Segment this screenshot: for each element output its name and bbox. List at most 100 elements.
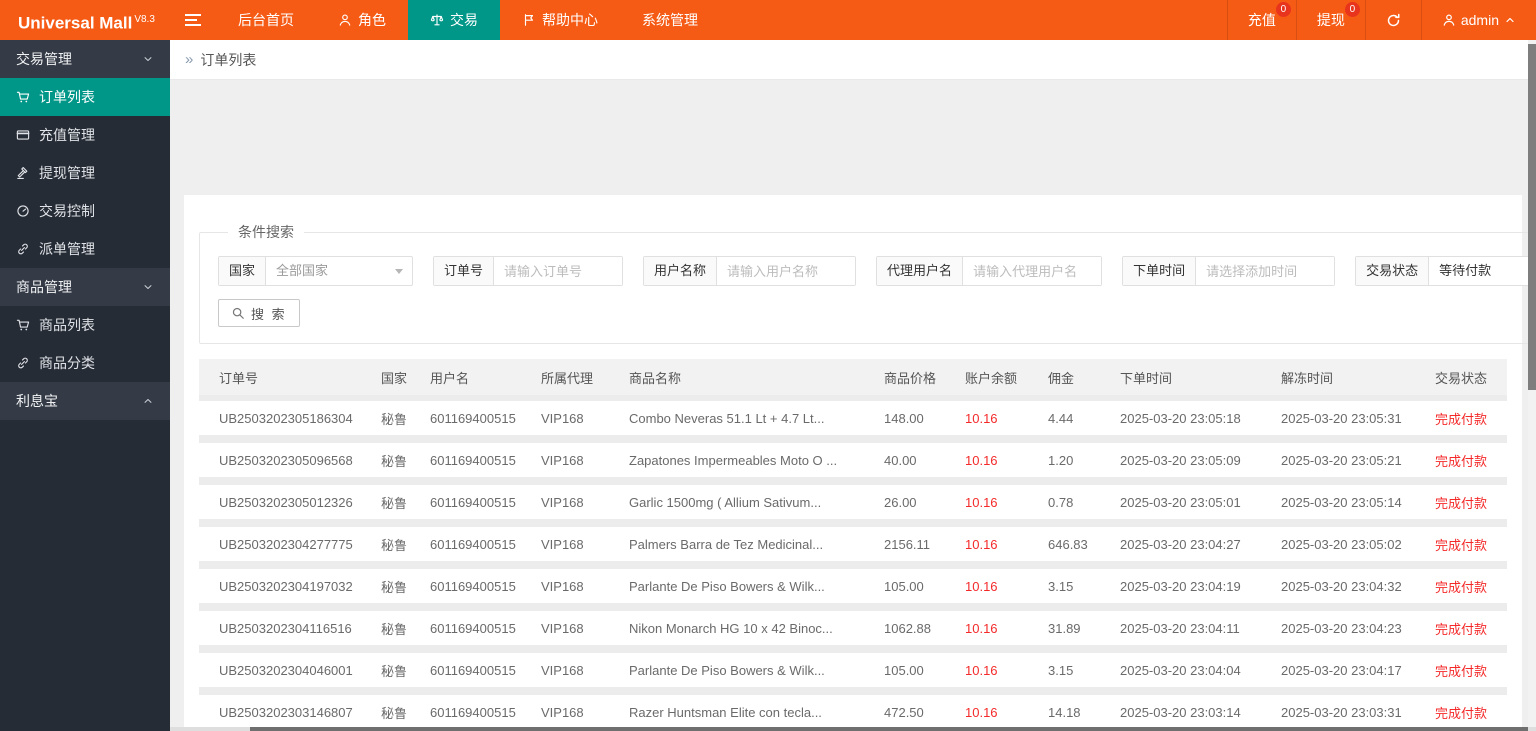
- table-cell: 14.18: [1048, 704, 1081, 720]
- flag-icon: [522, 13, 536, 27]
- table-cell: 3.15: [1048, 662, 1074, 678]
- table-cell: 2025-03-20 23:04:11: [1120, 620, 1240, 636]
- table-cell: 2025-03-20 23:05:02: [1281, 536, 1402, 552]
- table-cell: 2025-03-20 23:05:21: [1281, 452, 1402, 468]
- app-version: V8.3: [134, 14, 155, 25]
- sidebar-item[interactable]: 充值管理: [0, 116, 170, 154]
- table-cell: 4.44: [1048, 410, 1074, 426]
- table-row: UB2503202304046001 秘鲁 601169400515 VIP168 Pa…: [199, 653, 1507, 687]
- table-cell: Parlante De Piso Bowers & Wilk...: [629, 662, 825, 678]
- table-cell: 2025-03-20 23:03:31: [1281, 704, 1402, 720]
- table-row: UB2503202305096568 秘鲁 601169400515 VIP168 Za…: [199, 443, 1507, 477]
- sidebar-group-header[interactable]: 交易管理: [0, 40, 170, 78]
- scale-icon: [430, 13, 444, 27]
- chevron-up-icon: [1504, 14, 1516, 26]
- table-cell: VIP168: [541, 452, 584, 468]
- table-cell: Parlante De Piso Bowers & Wilk...: [629, 578, 825, 594]
- table-cell: 2025-03-20 23:04:32: [1281, 578, 1402, 594]
- table-cell: 601169400515: [430, 704, 516, 720]
- breadcrumb-label: 订单列表: [200, 51, 257, 68]
- table-cell: 10.16: [965, 494, 998, 510]
- table-cell: 完成付款: [1435, 537, 1488, 553]
- refresh-button[interactable]: [1364, 0, 1421, 40]
- sidebar-group-header[interactable]: 利息宝: [0, 382, 170, 420]
- search-field-label: 国家: [219, 257, 267, 285]
- table-cell: 完成付款: [1435, 621, 1488, 637]
- table-cell: 2025-03-20 23:05:09: [1120, 452, 1241, 468]
- search-field-select[interactable]: 等待付款: [1429, 257, 1536, 285]
- header-right: 充值 0 提现 0 admin: [1226, 0, 1536, 40]
- chevron-up-icon: [142, 395, 154, 407]
- sidebar-item[interactable]: 提现管理: [0, 154, 170, 192]
- topnav-item[interactable]: 交易: [408, 0, 500, 40]
- table-cell: UB2503202305096568: [219, 452, 353, 468]
- chevron-down-icon: [142, 53, 154, 65]
- recharge-badge: 0: [1275, 2, 1291, 17]
- table-cell: 10.16: [965, 704, 998, 720]
- withdraw-menu-item[interactable]: 提现 0: [1295, 0, 1365, 40]
- user-menu[interactable]: admin: [1420, 0, 1536, 40]
- table-cell: Razer Huntsman Elite con tecla...: [629, 704, 822, 720]
- search-field-input[interactable]: [963, 257, 1102, 285]
- table-cell: 完成付款: [1435, 495, 1488, 511]
- topnav-item[interactable]: 帮助中心: [500, 0, 620, 40]
- top-header: Universal Mall V8.3 后台首页 角色 交易 帮助中心 系统管理 充值 0…: [0, 0, 1536, 40]
- sidebar-item[interactable]: 商品列表: [0, 306, 170, 344]
- table-cell: UB2503202304046001: [219, 662, 353, 678]
- table-header-cell: 交易状态: [1435, 370, 1488, 386]
- search-field-input[interactable]: [494, 257, 623, 285]
- main-area: » 订单列表 条件搜索 国家全部国家订单号用户名称代理用户名下单时间交易状态等待…: [170, 40, 1536, 731]
- sidebar-item-label: 商品列表: [39, 317, 95, 333]
- user-icon: [338, 13, 352, 27]
- table-header-cell: 用户名: [430, 370, 470, 386]
- sidebar-item-label: 订单列表: [39, 89, 95, 105]
- topnav-item[interactable]: 后台首页: [216, 0, 316, 40]
- table-header-cell: 解冻时间: [1281, 370, 1334, 386]
- horizontal-scrollbar-thumb[interactable]: [250, 727, 1528, 731]
- sidebar-item[interactable]: 商品分类: [0, 344, 170, 382]
- vertical-scrollbar[interactable]: [1528, 40, 1536, 731]
- link-icon: [16, 356, 30, 370]
- table-cell: UB2503202305186304: [219, 410, 353, 426]
- table-cell: 10.16: [965, 452, 998, 468]
- sidebar-item-label: 充值管理: [39, 127, 95, 143]
- table-row: UB2503202304197032 秘鲁 601169400515 VIP168 Pa…: [199, 569, 1507, 603]
- sidebar-toggle-icon[interactable]: [170, 0, 216, 40]
- search-button[interactable]: 搜 索: [218, 299, 300, 327]
- table-cell: VIP168: [541, 494, 584, 510]
- sidebar-item[interactable]: 订单列表: [0, 78, 170, 116]
- search-field-select[interactable]: 全部国家: [266, 257, 412, 285]
- table-cell: 105.00: [884, 662, 924, 678]
- table-cell: 2025-03-20 23:05:31: [1281, 410, 1402, 426]
- sidebar-group-label: 交易管理: [16, 51, 72, 67]
- table-cell: Palmers Barra de Tez Medicinal...: [629, 536, 824, 552]
- topnav-item-label: 后台首页: [238, 12, 294, 28]
- vertical-scrollbar-thumb[interactable]: [1528, 44, 1536, 390]
- topnav-item[interactable]: 角色: [316, 0, 408, 40]
- table-cell: 601169400515: [430, 662, 516, 678]
- search-field-input[interactable]: [717, 257, 856, 285]
- table-cell: Zapatones Impermeables Moto O ...: [629, 452, 838, 468]
- sidebar-group-header[interactable]: 商品管理: [0, 268, 170, 306]
- table-header-cell: 订单号: [219, 370, 259, 386]
- search-field-input[interactable]: [1196, 257, 1335, 285]
- search-field-label: 订单号: [434, 257, 495, 285]
- table-cell: 完成付款: [1435, 411, 1488, 427]
- sidebar-item[interactable]: 交易控制: [0, 192, 170, 230]
- sidebar-item-label: 提现管理: [39, 165, 95, 181]
- table-cell: VIP168: [541, 536, 584, 552]
- table-cell: 秘鲁: [381, 663, 408, 679]
- recharge-menu-item[interactable]: 充值 0: [1226, 0, 1296, 40]
- table-cell: 2025-03-20 23:04:04: [1120, 662, 1241, 678]
- topnav-item[interactable]: 系统管理: [620, 0, 720, 40]
- horizontal-scrollbar[interactable]: [170, 727, 1536, 731]
- table-cell: 601169400515: [430, 452, 516, 468]
- sidebar: 交易管理订单列表充值管理提现管理交易控制 派单管理 商品管理商品列表商品分类 利息宝: [0, 40, 170, 731]
- withdraw-badge: 0: [1344, 2, 1360, 17]
- table-header-cell: 所属代理: [541, 370, 594, 386]
- sidebar-item[interactable]: 派单管理: [0, 230, 170, 268]
- table-cell: 601169400515: [430, 410, 516, 426]
- table-cell: UB2503202304197032: [219, 578, 353, 594]
- table-cell: 148.00: [884, 410, 924, 426]
- table-cell: 2025-03-20 23:04:27: [1120, 536, 1241, 552]
